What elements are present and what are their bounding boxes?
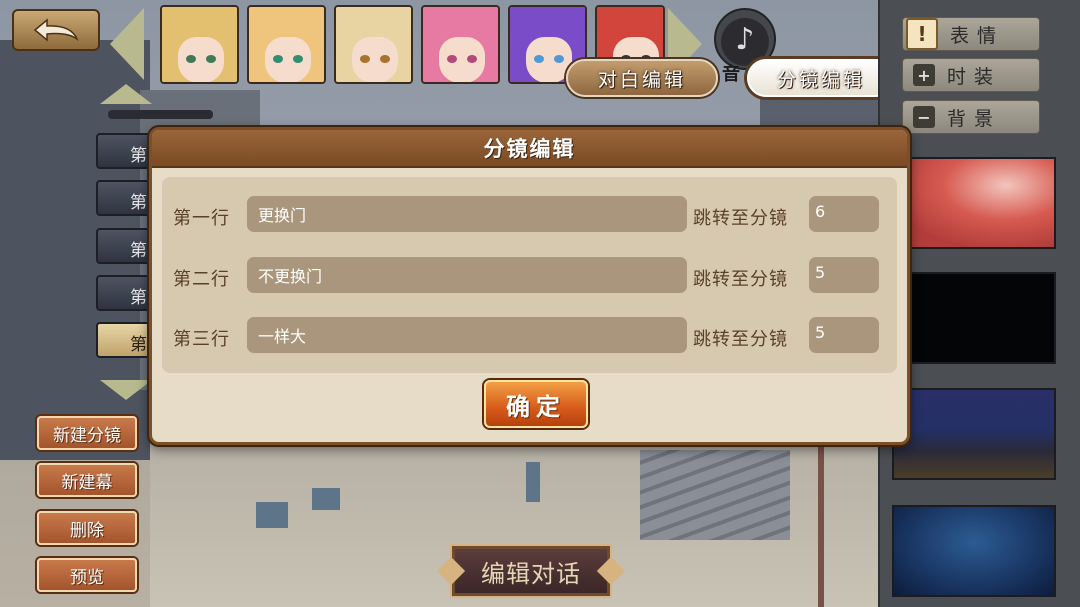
choice-row: 第一行 更换门 跳转至分镜 6 bbox=[162, 195, 897, 235]
tab-dialogue-edit[interactable]: 对白编辑 bbox=[566, 59, 718, 97]
tab-background-label: 背景 bbox=[947, 107, 1002, 130]
eye bbox=[534, 55, 544, 63]
back-button[interactable] bbox=[12, 9, 100, 51]
jump-label: 跳转至分镜 bbox=[693, 329, 788, 350]
background-thumbnail[interactable] bbox=[892, 388, 1056, 480]
eye bbox=[380, 55, 390, 63]
row-label: 第三行 bbox=[173, 329, 230, 350]
scene-list-up-arrow[interactable] bbox=[100, 84, 152, 104]
eye bbox=[467, 55, 477, 63]
back-arrow-icon bbox=[33, 18, 79, 42]
tab-background[interactable]: − 背景 bbox=[902, 100, 1040, 134]
eye bbox=[447, 55, 457, 63]
jump-target-field[interactable]: 5 bbox=[809, 257, 879, 293]
tab-storyboard-edit[interactable]: 分镜编辑 bbox=[747, 59, 895, 97]
scene-list-header bbox=[108, 110, 213, 119]
row-label: 第一行 bbox=[173, 208, 230, 229]
eye bbox=[273, 55, 283, 63]
row-label: 第二行 bbox=[173, 269, 230, 290]
jump-label: 跳转至分镜 bbox=[693, 269, 788, 290]
music-label: 音 bbox=[722, 64, 740, 85]
tab-expression-label: 表情 bbox=[950, 24, 1005, 47]
music-note-icon: ♪ bbox=[735, 21, 755, 57]
post bbox=[526, 462, 540, 502]
dialog-body: 第一行 更换门 跳转至分镜 6 第二行 不更换门 跳转至分镜 5 第三行 一样大… bbox=[162, 177, 897, 373]
flag-pole bbox=[818, 440, 824, 607]
tab-expression[interactable]: ! 表情 bbox=[902, 17, 1040, 51]
minus-icon: − bbox=[913, 106, 935, 128]
choice-text-field[interactable]: 一样大 bbox=[247, 317, 687, 353]
scene-list-item[interactable]: 第 bbox=[96, 133, 156, 169]
delete-button[interactable]: 删除 bbox=[37, 511, 137, 545]
crate bbox=[256, 502, 288, 528]
portrait-0[interactable] bbox=[160, 5, 239, 84]
stairs bbox=[640, 450, 790, 540]
face bbox=[439, 37, 485, 82]
eye bbox=[186, 55, 196, 63]
new-storyboard-button[interactable]: 新建分镜 bbox=[37, 416, 137, 450]
portraits-prev-arrow[interactable] bbox=[110, 8, 144, 80]
scene-list-down-arrow[interactable] bbox=[100, 380, 152, 400]
edit-dialogue-button[interactable]: 编辑对话 bbox=[452, 546, 610, 596]
choice-row: 第三行 一样大 跳转至分镜 5 bbox=[162, 316, 897, 356]
jump-target-field[interactable]: 5 bbox=[809, 317, 879, 353]
preview-button[interactable]: 预览 bbox=[37, 558, 137, 592]
eye bbox=[554, 55, 564, 63]
exclamation-icon: ! bbox=[906, 18, 938, 50]
background-thumbnail[interactable] bbox=[892, 505, 1056, 597]
background-thumbnail[interactable] bbox=[892, 157, 1056, 249]
scene-list-item-selected[interactable]: 第 bbox=[96, 322, 156, 358]
face bbox=[265, 37, 311, 82]
face bbox=[352, 37, 398, 82]
choice-text-field[interactable]: 更换门 bbox=[247, 196, 687, 232]
scene-list-item[interactable]: 第 bbox=[96, 228, 156, 264]
choice-text-field[interactable]: 不更换门 bbox=[247, 257, 687, 293]
jump-target-field[interactable]: 6 bbox=[809, 196, 879, 232]
choice-row: 第二行 不更换门 跳转至分镜 5 bbox=[162, 256, 897, 296]
portrait-3[interactable] bbox=[421, 5, 500, 84]
eye bbox=[293, 55, 303, 63]
tab-costume[interactable]: + 时装 bbox=[902, 58, 1040, 92]
tab-costume-label: 时装 bbox=[947, 65, 1002, 88]
storyboard-edit-dialog: 分镜编辑 第一行 更换门 跳转至分镜 6 第二行 不更换门 跳转至分镜 5 第三… bbox=[149, 127, 910, 445]
crate bbox=[312, 488, 340, 510]
eye bbox=[206, 55, 216, 63]
face bbox=[178, 37, 224, 82]
jump-label: 跳转至分镜 bbox=[693, 208, 788, 229]
eye bbox=[360, 55, 370, 63]
plus-icon: + bbox=[913, 64, 935, 86]
confirm-button[interactable]: 确定 bbox=[484, 380, 588, 428]
portrait-2[interactable] bbox=[334, 5, 413, 84]
new-act-button[interactable]: 新建幕 bbox=[37, 463, 137, 497]
background-thumbnail[interactable] bbox=[892, 272, 1056, 364]
scene-list-item[interactable]: 第 bbox=[96, 275, 156, 311]
portrait-1[interactable] bbox=[247, 5, 326, 84]
scene-list-item[interactable]: 第 bbox=[96, 180, 156, 216]
dialog-title: 分镜编辑 bbox=[152, 130, 907, 168]
